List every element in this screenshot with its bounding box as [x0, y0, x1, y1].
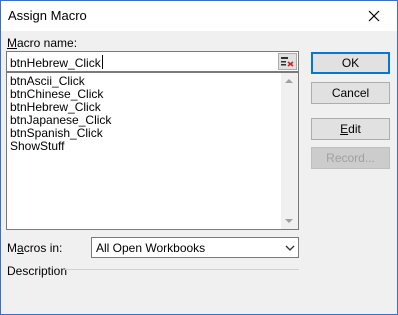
vertical-scrollbar[interactable]: [281, 73, 298, 229]
text-caret: [101, 55, 103, 69]
description-divider: [65, 269, 299, 270]
macros-in-label: Macros in:: [7, 241, 63, 255]
macro-name-label: Macro name:: [7, 36, 78, 50]
scroll-down-icon[interactable]: [285, 219, 293, 223]
cancel-button[interactable]: Cancel: [311, 82, 390, 104]
collapse-dialog-button[interactable]: [278, 53, 297, 70]
assign-macro-dialog: Assign Macro Macro name: btnHebrew_Click…: [0, 0, 398, 315]
ok-button[interactable]: OK: [311, 52, 390, 74]
chevron-down-icon: [285, 245, 294, 251]
macros-in-dropdown[interactable]: All Open Workbooks: [91, 237, 299, 258]
macros-list: btnAscii_Click btnChinese_Click btnHebre…: [10, 75, 111, 153]
record-button: Record...: [311, 147, 390, 169]
close-icon: [368, 10, 380, 22]
macro-name-input[interactable]: btnHebrew_Click: [6, 51, 299, 72]
macro-name-value: btnHebrew_Click: [10, 56, 101, 70]
scroll-up-icon[interactable]: [285, 79, 293, 83]
edit-button[interactable]: Edit: [311, 118, 390, 140]
list-item[interactable]: ShowStuff: [10, 140, 111, 153]
close-button[interactable]: [351, 1, 397, 31]
macros-in-selected: All Open Workbooks: [96, 241, 206, 255]
window-title: Assign Macro: [8, 8, 87, 23]
macros-listbox[interactable]: btnAscii_Click btnChinese_Click btnHebre…: [6, 72, 299, 230]
title-bar: Assign Macro: [1, 1, 397, 31]
range-selector-icon: [281, 57, 294, 67]
description-label: Description: [7, 264, 68, 278]
dropdown-button[interactable]: [281, 238, 298, 257]
